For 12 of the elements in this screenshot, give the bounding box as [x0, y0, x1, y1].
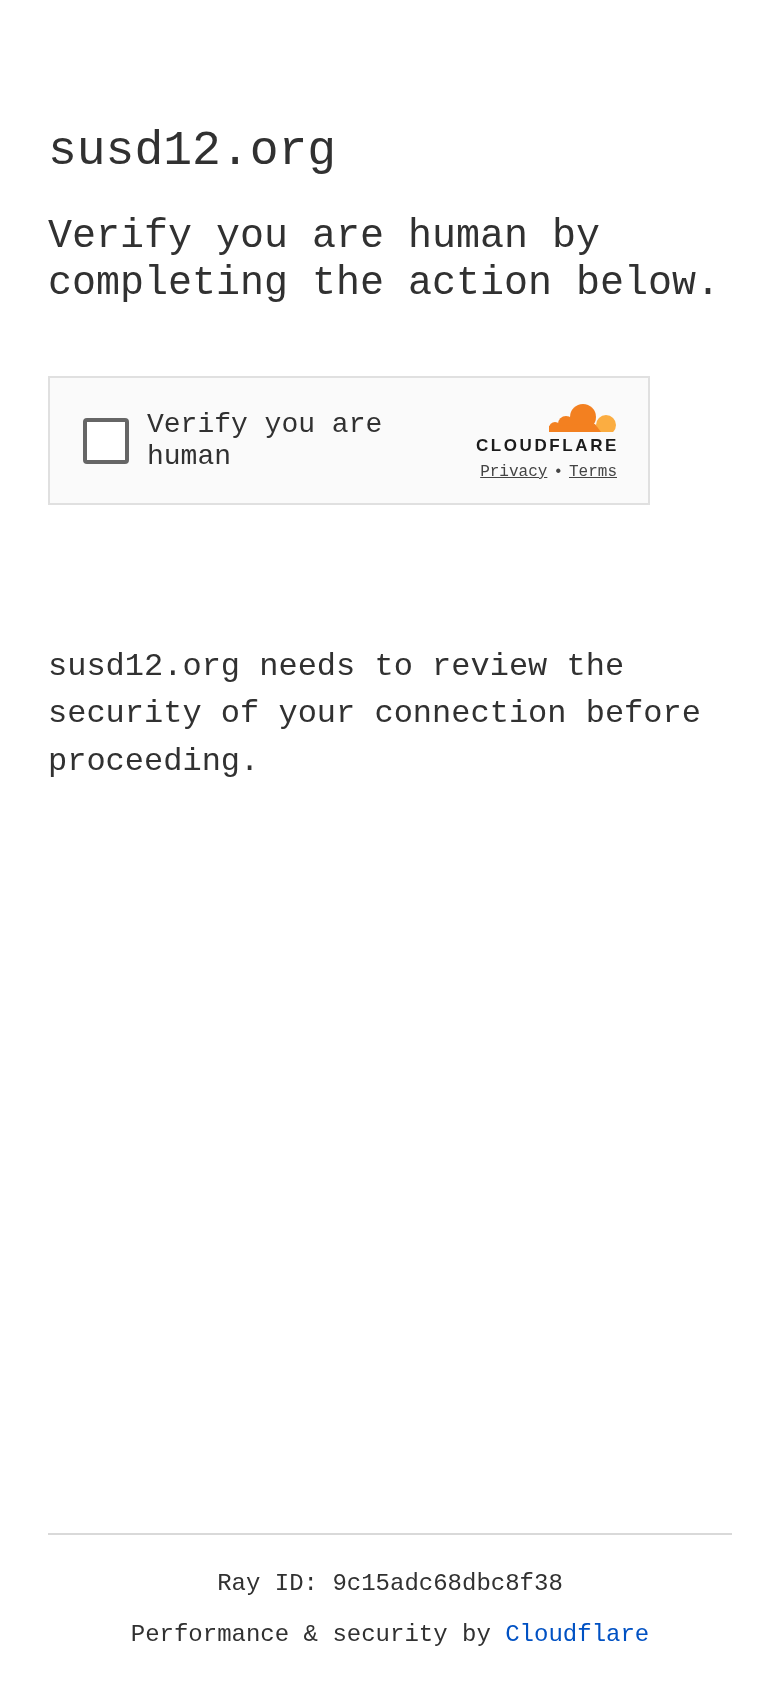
ray-id-text: Ray ID: 9c15adc68dbc8f38	[217, 1570, 563, 1597]
credit-text: Performance & security by	[130, 1621, 492, 1648]
security-message: susd12.org needs to review the security of your connection before proceeding.	[48, 647, 702, 782]
logo-wordmark: CLOUDFLARE	[475, 438, 619, 454]
checkbox-label: Verify you are human	[147, 408, 384, 473]
separator-dot: •	[553, 463, 563, 481]
widget-link[interactable]: Privacy	[480, 463, 548, 481]
cloudflare-link[interactable]: Cloudflare	[505, 1621, 650, 1648]
checkbox[interactable]	[83, 417, 129, 464]
widget-link[interactable]: Terms	[569, 463, 617, 481]
site-title: susd12.org	[48, 123, 338, 180]
instruction-heading: Verify you are human by completing the action below.	[48, 213, 722, 307]
